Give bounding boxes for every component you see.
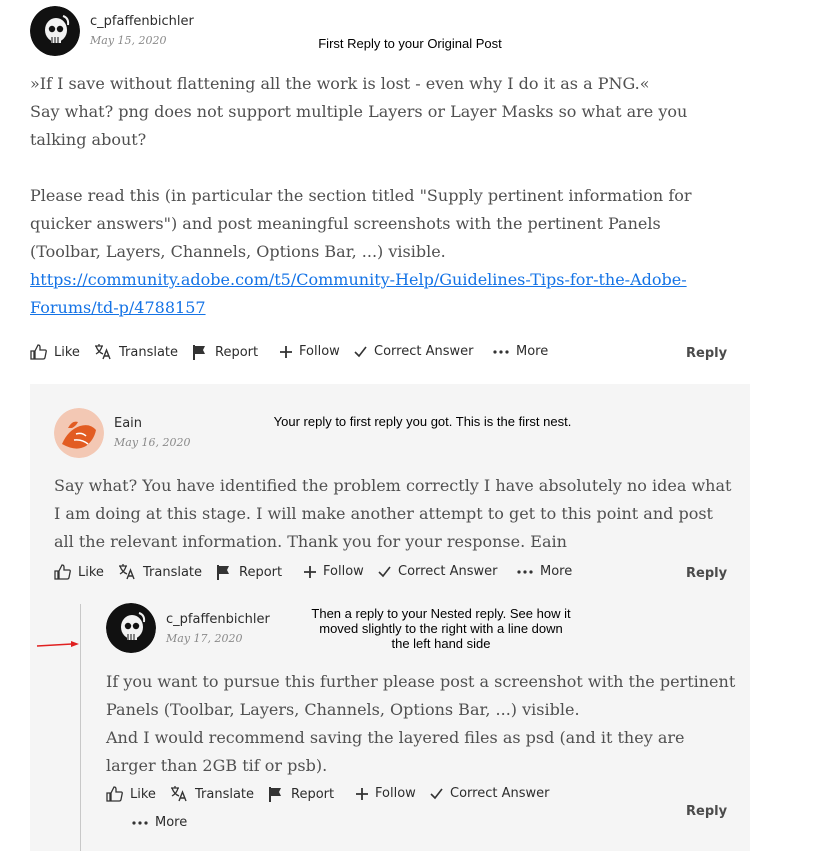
flag-icon bbox=[193, 345, 205, 360]
correct-answer-label: Correct Answer bbox=[398, 564, 498, 579]
correct-answer-button[interactable]: Correct Answer bbox=[378, 564, 497, 579]
translate-label: Translate bbox=[143, 564, 203, 580]
follow-label: Follow bbox=[323, 564, 364, 579]
follow-button[interactable]: Follow bbox=[356, 786, 416, 801]
post1-link[interactable]: https://community.adobe.com/t5/Community… bbox=[30, 266, 710, 322]
avatar-c-pfaffenbichler[interactable] bbox=[106, 603, 156, 653]
post3-annotation-line2: moved slightly to the right with a line … bbox=[319, 621, 563, 636]
flag-icon bbox=[217, 565, 229, 580]
correct-answer-label: Correct Answer bbox=[374, 344, 474, 359]
post3-body: If you want to pursue this further pleas… bbox=[106, 668, 736, 780]
post1-paragraph: Say what? png does not support multiple … bbox=[30, 102, 688, 149]
checkmark-icon bbox=[378, 566, 391, 577]
like-button[interactable]: Like bbox=[30, 344, 80, 360]
translate-icon bbox=[119, 564, 135, 580]
report-label: Report bbox=[215, 344, 259, 360]
post2-username[interactable]: Eain bbox=[114, 416, 142, 431]
thumbs-up-icon bbox=[54, 564, 71, 580]
post3-paragraph-1: If you want to pursue this further pleas… bbox=[106, 672, 736, 719]
follow-label: Follow bbox=[299, 344, 340, 359]
post3-annotation-line3: the left hand side bbox=[391, 636, 491, 651]
follow-label: Follow bbox=[375, 786, 416, 801]
more-label: More bbox=[540, 564, 573, 579]
like-button[interactable]: Like bbox=[54, 564, 104, 580]
plus-icon bbox=[304, 565, 316, 578]
post3-date: May 17, 2020 bbox=[166, 632, 243, 645]
plus-icon bbox=[356, 787, 368, 800]
post1-annotation: First Reply to your Original Post bbox=[318, 36, 502, 51]
translate-label: Translate bbox=[119, 344, 179, 360]
post3-username[interactable]: c_pfaffenbichler bbox=[166, 612, 270, 627]
guidelines-link[interactable]: https://community.adobe.com/t5/Community… bbox=[30, 266, 710, 322]
plus-icon bbox=[280, 345, 292, 358]
post3-annotation: Then a reply to your Nested reply. See h… bbox=[286, 606, 596, 651]
report-button[interactable]: Report bbox=[216, 564, 282, 580]
like-label: Like bbox=[54, 344, 80, 360]
correct-answer-button[interactable]: Correct Answer bbox=[354, 344, 473, 359]
translate-label: Translate bbox=[195, 786, 255, 802]
report-label: Report bbox=[291, 786, 335, 802]
red-arrow-annotation bbox=[36, 641, 79, 647]
ellipsis-icon bbox=[517, 569, 533, 574]
more-button[interactable]: More bbox=[493, 344, 548, 359]
avatar-eain[interactable] bbox=[54, 408, 104, 458]
post2-date: May 16, 2020 bbox=[114, 436, 191, 449]
post1-username[interactable]: c_pfaffenbichler bbox=[90, 14, 194, 29]
checkmark-icon bbox=[354, 346, 367, 357]
post1-paragraph-2: Please read this (in particular the sect… bbox=[30, 186, 692, 261]
correct-answer-label: Correct Answer bbox=[450, 786, 550, 801]
post1-date: May 15, 2020 bbox=[90, 34, 167, 47]
ellipsis-icon bbox=[132, 820, 148, 825]
correct-answer-button[interactable]: Correct Answer bbox=[430, 786, 549, 801]
ellipsis-icon bbox=[493, 349, 509, 354]
translate-button[interactable]: Translate bbox=[118, 564, 202, 580]
report-label: Report bbox=[239, 564, 283, 580]
reply-button[interactable]: Reply bbox=[686, 804, 727, 819]
report-button[interactable]: Report bbox=[192, 344, 258, 360]
like-label: Like bbox=[78, 564, 104, 580]
follow-button[interactable]: Follow bbox=[280, 344, 340, 359]
translate-button[interactable]: Translate bbox=[170, 786, 254, 802]
post2-annotation: Your reply to first reply you got. This … bbox=[273, 414, 572, 429]
post1-blank bbox=[30, 154, 710, 182]
reply-button[interactable]: Reply bbox=[686, 566, 727, 581]
follow-button[interactable]: Follow bbox=[304, 564, 364, 579]
post1-quote: »If I save without flattening all the wo… bbox=[30, 74, 650, 93]
like-button[interactable]: Like bbox=[106, 786, 156, 802]
post2-action-bar: Like Translate Report Follow Correct Ans… bbox=[54, 564, 730, 584]
post1-body: »If I save without flattening all the wo… bbox=[30, 70, 710, 322]
post3-annotation-line1: Then a reply to your Nested reply. See h… bbox=[311, 606, 571, 621]
avatar-c-pfaffenbichler[interactable] bbox=[30, 6, 80, 56]
more-button[interactable]: More bbox=[517, 564, 572, 579]
flag-icon bbox=[269, 787, 281, 802]
reply-button[interactable]: Reply bbox=[686, 346, 727, 361]
more-label: More bbox=[155, 815, 188, 830]
post3-paragraph-2: And I would recommend saving the layered… bbox=[106, 728, 685, 775]
nest-indent-line bbox=[80, 604, 81, 851]
translate-icon bbox=[95, 344, 111, 360]
report-button[interactable]: Report bbox=[268, 786, 334, 802]
more-label: More bbox=[516, 344, 549, 359]
guidelines-link-line1: https://community.adobe.com/t5/Community… bbox=[30, 270, 687, 289]
post3-action-bar: Like Translate Report Follow Correct Ans… bbox=[106, 786, 727, 836]
thumbs-up-icon bbox=[106, 786, 123, 802]
more-button[interactable]: More bbox=[132, 815, 187, 830]
post2-body: Say what? You have identified the proble… bbox=[54, 476, 732, 551]
guidelines-link-line2: Forums/td-p/4788157 bbox=[30, 298, 206, 317]
thumbs-up-icon bbox=[30, 344, 47, 360]
like-label: Like bbox=[130, 786, 156, 802]
translate-button[interactable]: Translate bbox=[94, 344, 178, 360]
translate-icon bbox=[171, 786, 187, 802]
post1-action-bar: Like Translate Report Follow Correct Ans… bbox=[30, 344, 730, 364]
checkmark-icon bbox=[430, 788, 443, 799]
